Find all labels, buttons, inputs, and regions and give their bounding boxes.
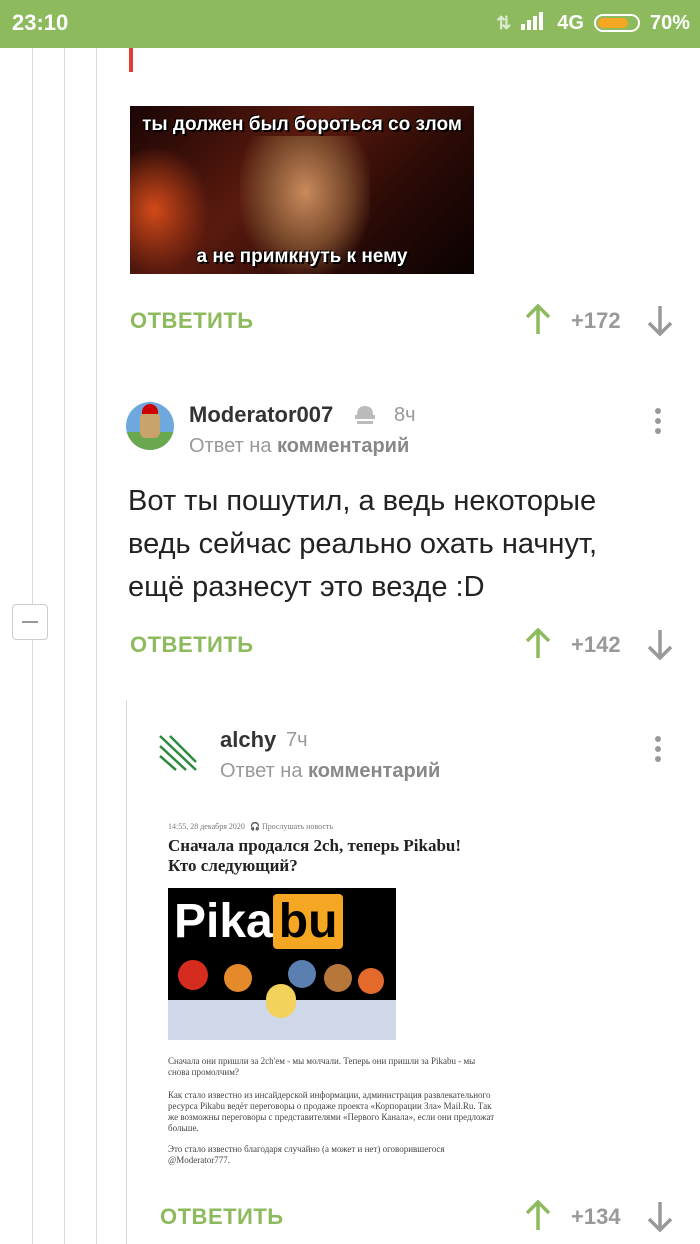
thread-line <box>96 48 97 1244</box>
more-options-icon[interactable] <box>655 732 661 766</box>
downvote-icon[interactable] <box>646 628 674 665</box>
reply-to-link[interactable]: комментарий <box>308 760 440 782</box>
pikabu-logo-left: Pika <box>174 895 273 948</box>
upvote-icon[interactable] <box>524 627 552 665</box>
headphones-icon: 🎧 <box>250 822 260 831</box>
article-date: 14:55, 28 декабря 2020 <box>168 822 245 831</box>
listen-news: 🎧 Прослушать новость <box>250 822 333 831</box>
pikabu-logo: Pika bu <box>174 894 344 949</box>
comment-time: 7ч <box>286 729 308 751</box>
article-image: Pika bu <box>168 888 396 1040</box>
avatar-figure <box>140 412 160 438</box>
character-orange <box>224 964 252 992</box>
comment-username[interactable]: Moderator007 <box>189 402 333 428</box>
comment-time: 8ч <box>394 404 416 426</box>
character-red <box>178 960 208 990</box>
reply-to-meta: Ответ на комментарий <box>220 760 440 783</box>
minus-icon <box>22 621 38 623</box>
article-paragraph: Сначала они пришли за 2ch'ем - мы молчал… <box>168 1056 476 1077</box>
upvote-icon[interactable] <box>524 303 552 341</box>
meme-image[interactable]: ты должен был бороться со злом а не прим… <box>130 106 474 274</box>
rating-value: +134 <box>571 1204 621 1229</box>
avatar[interactable] <box>126 402 174 450</box>
meme-bottom-text: а не примкнуть к нему <box>196 246 408 267</box>
status-bar: 23:10 ⇅ 4G 70% <box>0 0 700 48</box>
listen-label: Прослушать новость <box>261 822 334 831</box>
upvote-icon[interactable] <box>524 1199 552 1237</box>
character-brown <box>324 964 352 992</box>
character-yellow <box>266 984 296 1018</box>
rating-value: +172 <box>571 308 621 333</box>
article-title: Сначала продался 2ch, теперь Pikabu! Кто… <box>168 836 462 875</box>
network-type: 4G <box>557 11 584 34</box>
character-orange2 <box>358 968 384 994</box>
article-paragraph: Как стало известно из инсайдерской инфор… <box>168 1090 495 1133</box>
news-screenshot[interactable]: 14:55, 28 декабря 2020 🎧 Прослушать ново… <box>160 810 500 1180</box>
article-paragraph: Это стало известно благодаря случайно (а… <box>168 1144 445 1165</box>
alchy-avatar-icon <box>159 735 197 771</box>
rating-value: +142 <box>571 632 621 657</box>
status-time: 23:10 <box>12 10 69 35</box>
meme-top-text: ты должен был бороться со злом <box>142 114 462 135</box>
reply-to-prefix: Ответ на <box>189 435 272 457</box>
reply-button[interactable]: ОТВЕТИТЬ <box>130 308 254 334</box>
collapse-thread-button[interactable] <box>12 604 48 640</box>
downvote-icon[interactable] <box>646 1200 674 1237</box>
avatar[interactable] <box>156 730 200 774</box>
reply-to-meta: Ответ на комментарий <box>189 435 409 458</box>
data-transfer-icon: ⇅ <box>496 12 512 33</box>
more-options-icon[interactable] <box>655 404 661 438</box>
reply-button[interactable]: ОТВЕТИТЬ <box>160 1204 284 1230</box>
thread-line <box>64 48 65 1244</box>
avatar-helmet <box>142 404 158 414</box>
reply-to-link[interactable]: комментарий <box>277 435 409 457</box>
downvote-icon[interactable] <box>646 304 674 341</box>
signal-icon <box>521 10 547 36</box>
reply-button[interactable]: ОТВЕТИТЬ <box>130 632 254 658</box>
comment-accent-bar <box>129 48 133 72</box>
thread-line <box>126 700 127 1244</box>
character-blue <box>288 960 316 988</box>
moderator-badge-icon <box>352 401 378 432</box>
reply-to-prefix: Ответ на <box>220 760 303 782</box>
battery-percent: 70% <box>649 11 690 34</box>
comment-text: Вот ты пошутил, а ведь некоторые ведь се… <box>128 485 598 603</box>
comment-username[interactable]: alchy <box>220 727 276 753</box>
pikabu-logo-right: bu <box>272 894 344 949</box>
thread-line <box>32 48 33 1244</box>
status-icons: ⇅ 4G 70% <box>496 10 690 36</box>
battery-icon <box>593 14 640 32</box>
